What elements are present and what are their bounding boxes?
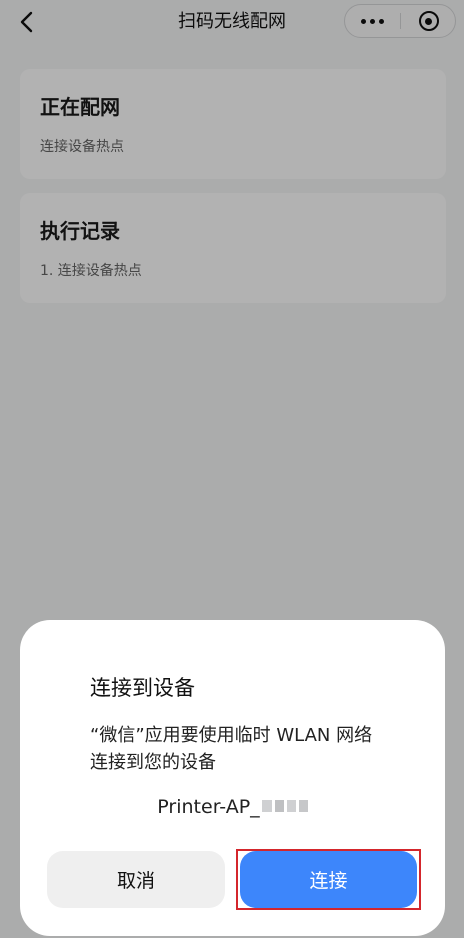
network-ssid-text: Printer-AP_ bbox=[157, 796, 260, 818]
connect-device-dialog: 连接到设备 “微信”应用要使用临时 WLAN 网络连接到您的设备 Printer… bbox=[20, 620, 445, 936]
dialog-message: “微信”应用要使用临时 WLAN 网络连接到您的设备 bbox=[90, 725, 373, 773]
network-ssid: Printer-AP_ bbox=[20, 796, 445, 818]
cancel-button[interactable]: 取消 bbox=[47, 851, 225, 908]
dialog-title: 连接到设备 bbox=[90, 676, 195, 700]
cancel-button-label: 取消 bbox=[116, 870, 155, 892]
screen: 扫码无线配网 正在配网 连接设备热点 执行记录 1. 连接设备热点 连接到设备 bbox=[0, 0, 464, 938]
redacted-ssid-suffix bbox=[261, 799, 308, 812]
connect-button[interactable]: 连接 bbox=[240, 851, 417, 908]
connect-button-label: 连接 bbox=[309, 870, 348, 892]
